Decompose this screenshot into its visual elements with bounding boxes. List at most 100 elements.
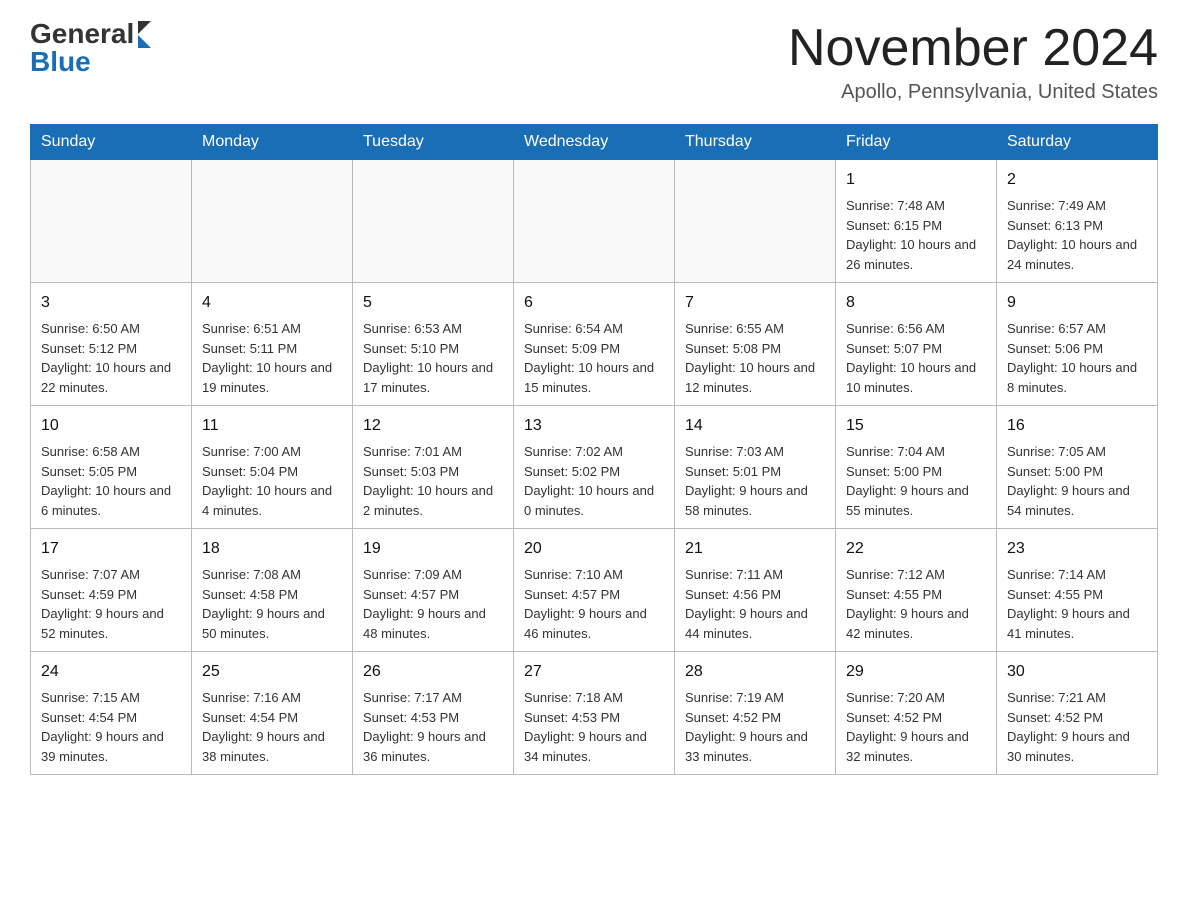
title-section: November 2024 Apollo, Pennsylvania, Unit…	[788, 20, 1158, 104]
calendar-cell: 11Sunrise: 7:00 AM Sunset: 5:04 PM Dayli…	[192, 406, 353, 529]
day-info: Sunrise: 7:01 AM Sunset: 5:03 PM Dayligh…	[363, 444, 493, 518]
day-number: 15	[846, 414, 986, 438]
logo: General Blue	[30, 20, 151, 76]
day-number: 1	[846, 168, 986, 192]
day-number: 16	[1007, 414, 1147, 438]
day-of-week-header: Sunday	[31, 125, 192, 160]
calendar-cell: 28 Sunrise: 7:19 AM Sunset: 4:52 PM Dayli…	[675, 652, 836, 775]
day-number: 20	[524, 537, 664, 561]
calendar-cell: 22 Sunrise: 7:12 AM Sunset: 4:55 PM Dayli…	[836, 529, 997, 652]
day-number: 17	[41, 537, 181, 561]
day-info: Sunrise: 6:51 AM Sunset: 5:11 PM Dayligh…	[202, 321, 332, 395]
calendar-cell: 21 Sunrise: 7:11 AM Sunset: 4:56 PM Dayli…	[675, 529, 836, 652]
day-info: Sunrise: 7:00 AM Sunset: 5:04 PM Dayligh…	[202, 444, 332, 518]
calendar-cell: 25 Sunrise: 7:16 AM Sunset: 4:54 PM Dayli…	[192, 652, 353, 775]
day-of-week-header: Thursday	[675, 125, 836, 160]
day-info: Sunrise: 7:12 AM Sunset: 4:55 PM Dayligh…	[846, 567, 969, 641]
day-of-week-header: Tuesday	[353, 125, 514, 160]
day-of-week-header: Wednesday	[514, 125, 675, 160]
calendar-cell: 10Sunrise: 6:58 AM Sunset: 5:05 PM Dayli…	[31, 406, 192, 529]
day-number: 19	[363, 537, 503, 561]
calendar-cell: 27 Sunrise: 7:18 AM Sunset: 4:53 PM Dayli…	[514, 652, 675, 775]
calendar-cell	[31, 160, 192, 283]
day-info: Sunrise: 6:56 AM Sunset: 5:07 PM Dayligh…	[846, 321, 976, 395]
day-info: Sunrise: 7:19 AM Sunset: 4:52 PM Dayligh…	[685, 690, 808, 764]
day-info: Sunrise: 7:10 AM Sunset: 4:57 PM Dayligh…	[524, 567, 647, 641]
day-number: 8	[846, 291, 986, 315]
calendar-cell: 15 Sunrise: 7:04 AM Sunset: 5:00 PM Dayli…	[836, 406, 997, 529]
day-info: Sunrise: 7:07 AM Sunset: 4:59 PM Dayligh…	[41, 567, 164, 641]
day-info: Sunrise: 6:50 AM Sunset: 5:12 PM Dayligh…	[41, 321, 171, 395]
calendar-week-row: 3 Sunrise: 6:50 AM Sunset: 5:12 PM Daylig…	[31, 283, 1158, 406]
calendar-week-row: 10Sunrise: 6:58 AM Sunset: 5:05 PM Dayli…	[31, 406, 1158, 529]
day-number: 2	[1007, 168, 1147, 192]
logo-general-text: General	[30, 20, 134, 48]
day-number: 7	[685, 291, 825, 315]
month-title: November 2024	[788, 20, 1158, 77]
day-number: 4	[202, 291, 342, 315]
day-number: 24	[41, 660, 181, 684]
calendar-cell: 17 Sunrise: 7:07 AM Sunset: 4:59 PM Dayli…	[31, 529, 192, 652]
day-info: Sunrise: 7:21 AM Sunset: 4:52 PM Dayligh…	[1007, 690, 1130, 764]
day-number: 10	[41, 414, 181, 438]
day-number: 28	[685, 660, 825, 684]
calendar-cell: 1 Sunrise: 7:48 AM Sunset: 6:15 PM Daylig…	[836, 160, 997, 283]
day-number: 22	[846, 537, 986, 561]
day-info: Sunrise: 7:17 AM Sunset: 4:53 PM Dayligh…	[363, 690, 486, 764]
day-info: Sunrise: 6:55 AM Sunset: 5:08 PM Dayligh…	[685, 321, 815, 395]
day-number: 29	[846, 660, 986, 684]
calendar-cell: 2 Sunrise: 7:49 AM Sunset: 6:13 PM Daylig…	[997, 160, 1158, 283]
calendar-cell: 6 Sunrise: 6:54 AM Sunset: 5:09 PM Daylig…	[514, 283, 675, 406]
day-of-week-header: Friday	[836, 125, 997, 160]
calendar-cell: 30Sunrise: 7:21 AM Sunset: 4:52 PM Dayli…	[997, 652, 1158, 775]
day-number: 5	[363, 291, 503, 315]
day-info: Sunrise: 7:20 AM Sunset: 4:52 PM Dayligh…	[846, 690, 969, 764]
calendar-cell: 3 Sunrise: 6:50 AM Sunset: 5:12 PM Daylig…	[31, 283, 192, 406]
day-number: 25	[202, 660, 342, 684]
day-info: Sunrise: 7:05 AM Sunset: 5:00 PM Dayligh…	[1007, 444, 1130, 518]
day-info: Sunrise: 6:57 AM Sunset: 5:06 PM Dayligh…	[1007, 321, 1137, 395]
calendar-cell: 5 Sunrise: 6:53 AM Sunset: 5:10 PM Daylig…	[353, 283, 514, 406]
calendar-cell: 9 Sunrise: 6:57 AM Sunset: 5:06 PM Daylig…	[997, 283, 1158, 406]
logo-blue-text: Blue	[30, 48, 91, 76]
calendar-week-row: 24Sunrise: 7:15 AM Sunset: 4:54 PM Dayli…	[31, 652, 1158, 775]
day-number: 14	[685, 414, 825, 438]
calendar-week-row: 17 Sunrise: 7:07 AM Sunset: 4:59 PM Dayli…	[31, 529, 1158, 652]
day-number: 6	[524, 291, 664, 315]
day-info: Sunrise: 7:48 AM Sunset: 6:15 PM Dayligh…	[846, 198, 976, 272]
page-header: General Blue November 2024 Apollo, Penns…	[30, 20, 1158, 104]
calendar-cell: 14 Sunrise: 7:03 AM Sunset: 5:01 PM Dayli…	[675, 406, 836, 529]
day-info: Sunrise: 7:03 AM Sunset: 5:01 PM Dayligh…	[685, 444, 808, 518]
calendar-cell: 20 Sunrise: 7:10 AM Sunset: 4:57 PM Dayli…	[514, 529, 675, 652]
calendar-cell: 26 Sunrise: 7:17 AM Sunset: 4:53 PM Dayli…	[353, 652, 514, 775]
day-info: Sunrise: 7:02 AM Sunset: 5:02 PM Dayligh…	[524, 444, 654, 518]
day-number: 27	[524, 660, 664, 684]
day-info: Sunrise: 7:11 AM Sunset: 4:56 PM Dayligh…	[685, 567, 808, 641]
day-number: 3	[41, 291, 181, 315]
calendar-cell	[514, 160, 675, 283]
calendar-cell: 23Sunrise: 7:14 AM Sunset: 4:55 PM Dayli…	[997, 529, 1158, 652]
calendar-cell	[353, 160, 514, 283]
calendar-cell: 7 Sunrise: 6:55 AM Sunset: 5:08 PM Daylig…	[675, 283, 836, 406]
calendar-week-row: 1 Sunrise: 7:48 AM Sunset: 6:15 PM Daylig…	[31, 160, 1158, 283]
calendar-cell	[675, 160, 836, 283]
day-number: 26	[363, 660, 503, 684]
day-info: Sunrise: 7:18 AM Sunset: 4:53 PM Dayligh…	[524, 690, 647, 764]
day-info: Sunrise: 7:49 AM Sunset: 6:13 PM Dayligh…	[1007, 198, 1137, 272]
calendar-table: SundayMondayTuesdayWednesdayThursdayFrid…	[30, 124, 1158, 775]
day-info: Sunrise: 6:54 AM Sunset: 5:09 PM Dayligh…	[524, 321, 654, 395]
day-info: Sunrise: 7:14 AM Sunset: 4:55 PM Dayligh…	[1007, 567, 1130, 641]
calendar-cell: 12 Sunrise: 7:01 AM Sunset: 5:03 PM Dayli…	[353, 406, 514, 529]
day-info: Sunrise: 7:04 AM Sunset: 5:00 PM Dayligh…	[846, 444, 969, 518]
day-info: Sunrise: 6:53 AM Sunset: 5:10 PM Dayligh…	[363, 321, 493, 395]
day-number: 21	[685, 537, 825, 561]
location-text: Apollo, Pennsylvania, United States	[788, 81, 1158, 104]
day-of-week-header: Saturday	[997, 125, 1158, 160]
day-number: 12	[363, 414, 503, 438]
calendar-cell	[192, 160, 353, 283]
calendar-cell: 18Sunrise: 7:08 AM Sunset: 4:58 PM Dayli…	[192, 529, 353, 652]
day-number: 9	[1007, 291, 1147, 315]
day-info: Sunrise: 7:16 AM Sunset: 4:54 PM Dayligh…	[202, 690, 325, 764]
day-number: 18	[202, 537, 342, 561]
calendar-header-row: SundayMondayTuesdayWednesdayThursdayFrid…	[31, 125, 1158, 160]
